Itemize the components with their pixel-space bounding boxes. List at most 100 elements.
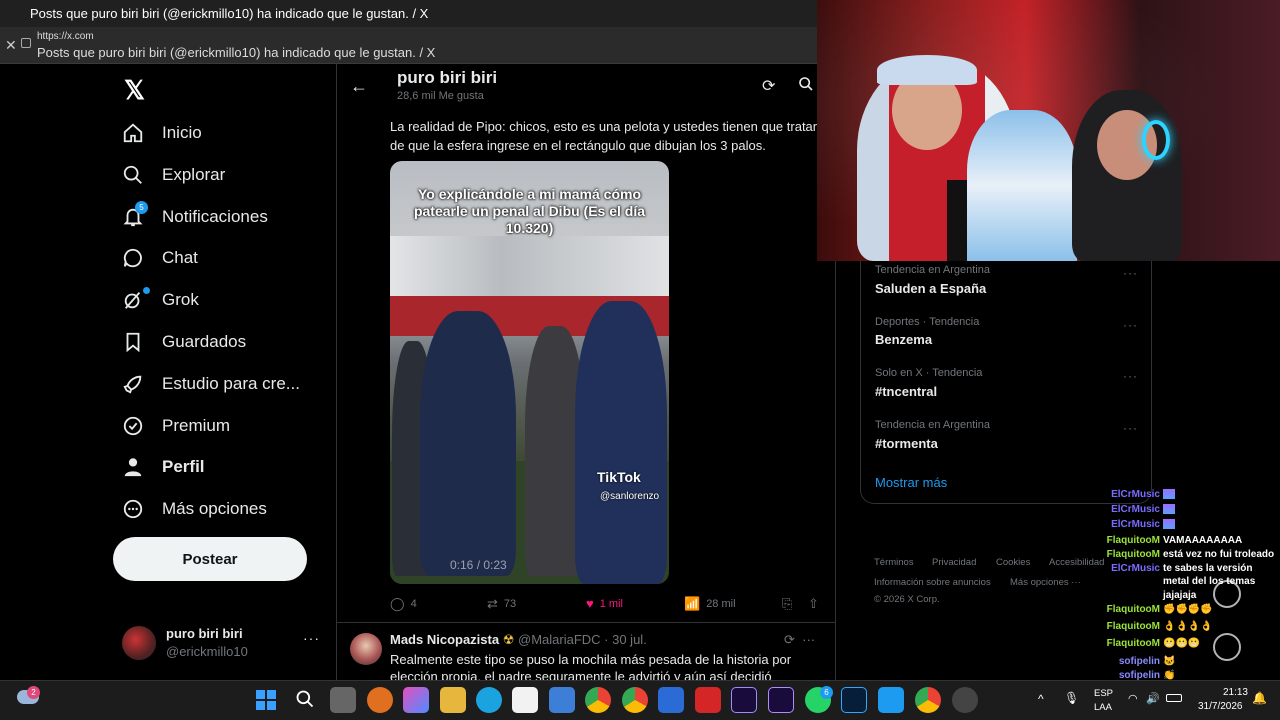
chrome-icon[interactable] <box>915 687 941 713</box>
x-logo-icon[interactable]: 𝕏 <box>124 75 145 106</box>
reply-button[interactable]: ◯ 4 <box>390 596 417 612</box>
video-caption: Yo explicándole a mi mamá cómo patearle … <box>413 186 646 236</box>
twitter-icon[interactable] <box>878 687 904 713</box>
footer-link[interactable]: Cookies <box>996 557 1030 568</box>
chrome-icon[interactable] <box>622 687 648 713</box>
search-icon[interactable] <box>798 76 814 97</box>
store-icon[interactable] <box>512 687 538 713</box>
volume-icon[interactable]: 🔊 <box>1146 692 1160 705</box>
reply-icon: ◯ <box>390 596 405 611</box>
chat-line: ElCrMusic <box>1100 504 1175 515</box>
footer-link[interactable]: Accesibilidad <box>1049 557 1104 568</box>
sidebar-item-perfil[interactable]: Perfil <box>122 447 205 487</box>
chat-line: FlaquitooM 😬😬😬 <box>1106 638 1201 649</box>
trend-name[interactable]: #tncentral <box>875 384 937 399</box>
clock-date[interactable]: 31/7/2026 <box>1198 701 1243 712</box>
trend-more-icon[interactable]: ··· <box>1123 421 1138 435</box>
edge-icon[interactable] <box>476 687 502 713</box>
close-icon[interactable]: ✕ <box>5 37 17 54</box>
sidebar-item-label: Estudio para cre... <box>162 374 300 393</box>
account-more-icon[interactable]: ··· <box>303 630 320 646</box>
video-person <box>575 301 667 584</box>
clock-time[interactable]: 21:13 <box>1218 687 1248 698</box>
microphone <box>947 180 967 261</box>
refresh-overlay-icon <box>1213 633 1241 661</box>
home-icon <box>123 123 143 143</box>
back-arrow-icon[interactable]: ← <box>350 76 368 97</box>
task-view-icon[interactable] <box>330 687 356 713</box>
keyboard-layout[interactable]: LAA <box>1094 702 1112 713</box>
share-button[interactable]: ⇧ <box>808 596 825 612</box>
after-effects-icon[interactable] <box>768 687 794 713</box>
webcam-overlay <box>817 0 1280 261</box>
mail-icon[interactable] <box>658 687 684 713</box>
author-emoji: ☢ <box>502 632 515 647</box>
photoshop-icon[interactable] <box>841 687 867 713</box>
sidebar-item-guardados[interactable]: Guardados <box>122 322 246 362</box>
battery-icon[interactable] <box>1166 694 1182 702</box>
chrome-icon[interactable] <box>585 687 611 713</box>
account-handle: @erickmillo10 <box>166 644 248 659</box>
chat-line: FlaquitooM 👌👌👌👌 <box>1106 621 1213 632</box>
brave-browser-icon[interactable] <box>367 687 393 713</box>
sidebar-item-premium[interactable]: Premium <box>122 406 230 446</box>
refresh-icon[interactable]: ⟳ <box>762 76 775 96</box>
sidebar-item-mas-opciones[interactable]: Más opciones <box>122 489 267 529</box>
premiere-icon[interactable] <box>731 687 757 713</box>
trend-more-icon[interactable]: ··· <box>1123 318 1138 332</box>
app-icon[interactable] <box>549 687 575 713</box>
account-name[interactable]: puro biri biri <box>166 626 243 641</box>
trend-name[interactable]: #tormenta <box>875 436 938 451</box>
trend-more-icon[interactable]: ··· <box>1123 266 1138 280</box>
trend-more-icon[interactable]: ··· <box>1123 369 1138 383</box>
trend-name[interactable]: Benzema <box>875 332 932 347</box>
app-l-icon[interactable] <box>695 687 721 713</box>
chat-line: jajajaja <box>1163 590 1197 601</box>
sidebar-item-estudio[interactable]: Estudio para cre... <box>122 364 300 404</box>
chat-line: ElCrMusic <box>1100 489 1175 500</box>
trend-name[interactable]: Saluden a España <box>875 281 986 296</box>
copyright: © 2026 X Corp. <box>874 594 940 605</box>
tweet-more-icon[interactable]: ⟳ ··· <box>784 632 815 648</box>
footer-link[interactable]: Más opciones ··· <box>1010 577 1081 588</box>
sidebar-item-inicio[interactable]: Inicio <box>122 113 202 153</box>
sidebar-item-grok[interactable]: Grok <box>122 280 199 320</box>
address-bar[interactable]: ✕ https://x.com Posts que puro biri biri… <box>0 27 817 64</box>
language-indicator[interactable]: ESP <box>1094 688 1113 699</box>
sidebar-item-label: Notificaciones <box>162 207 268 226</box>
tweet-author[interactable]: Mads Nicopazista <box>390 632 499 647</box>
file-explorer-icon[interactable] <box>440 687 466 713</box>
like-button[interactable]: ♥ 1 mil <box>586 596 623 611</box>
microphone-icon[interactable]: 🎙 <box>1064 691 1079 705</box>
obs-icon[interactable] <box>952 687 978 713</box>
windows-start-icon[interactable] <box>256 690 276 710</box>
post-button[interactable]: Postear <box>113 537 307 581</box>
copilot-icon[interactable] <box>403 687 429 713</box>
avatar[interactable] <box>122 626 156 660</box>
views-button[interactable]: 📶 28 mil <box>684 596 736 612</box>
tweet-header: Mads Nicopazista ☢ @MalariaFDC · 30 jul. <box>390 632 647 648</box>
sidebar-item-chat[interactable]: Chat <box>122 238 198 278</box>
repost-icon: ⇄ <box>487 596 498 611</box>
grok-dot <box>143 287 150 294</box>
chat-line: ElCrMusic <box>1100 519 1175 530</box>
footer-link[interactable]: Términos <box>874 557 914 568</box>
tweet-handle[interactable]: @MalariaFDC <box>518 632 601 647</box>
bookmark-icon <box>126 332 140 353</box>
show-more-link[interactable]: Mostrar más <box>875 475 947 490</box>
tweet-video[interactable]: Yo explicándole a mi mamá cómo patearle … <box>390 161 669 584</box>
footer-link[interactable]: Información sobre anuncios <box>874 577 991 588</box>
refresh-overlay-icon <box>1213 580 1241 608</box>
chart-icon: 📶 <box>684 596 701 611</box>
bookmark-button[interactable]: ⎘ <box>782 596 798 612</box>
repost-button[interactable]: ⇄ 73 <box>487 596 516 612</box>
taskbar-search-icon[interactable] <box>295 689 315 714</box>
url-text[interactable]: https://x.com <box>37 31 94 42</box>
chevron-up-icon[interactable]: ^ <box>1038 692 1044 706</box>
avatar[interactable] <box>350 633 382 665</box>
chat-line: ElCrMusic te sabes la versión <box>1111 563 1253 574</box>
notifications-icon[interactable]: 🔔 <box>1252 691 1267 705</box>
footer-link[interactable]: Privacidad <box>932 557 976 568</box>
sidebar-item-explorar[interactable]: Explorar <box>122 155 225 195</box>
wifi-icon[interactable]: ◠ <box>1128 692 1138 705</box>
